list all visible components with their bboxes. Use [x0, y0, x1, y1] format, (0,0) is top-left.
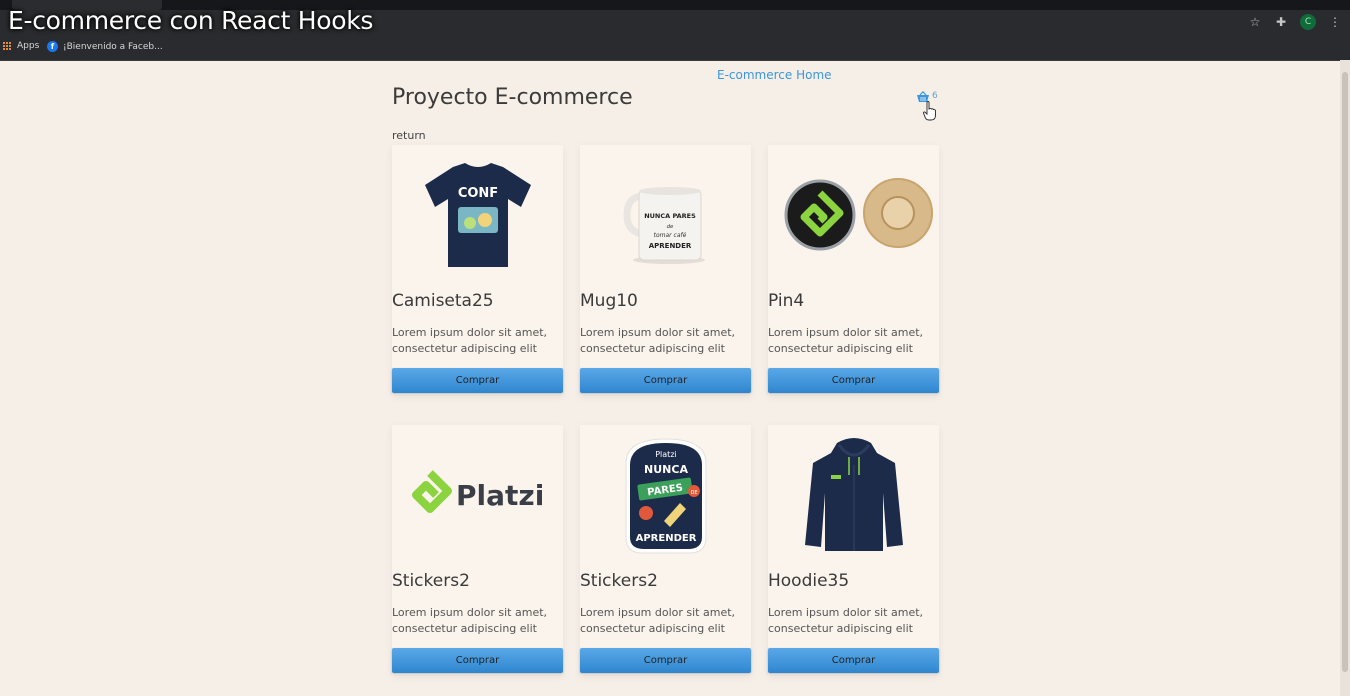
platzi-logo-icon: Platzi	[411, 470, 544, 513]
home-link[interactable]: E-commerce Home	[717, 68, 832, 82]
bookmark-label: Apps	[17, 41, 40, 51]
product-description: Lorem ipsum dolor sit amet, consectetur …	[768, 326, 924, 355]
hand-cursor-icon	[923, 101, 936, 121]
product-title: Camiseta25	[392, 291, 494, 311]
product-card: CONF Camiseta25 Lorem ipsum dolor sit am…	[392, 145, 563, 395]
product-description: Lorem ipsum dolor sit amet, consectetur …	[392, 606, 548, 635]
product-title: Stickers2	[580, 571, 658, 591]
mug-icon: NUNCA PARES de tomar café APRENDER	[622, 187, 705, 264]
product-image[interactable]: CONF	[392, 145, 563, 285]
pin-icon	[784, 178, 933, 251]
product-description: Lorem ipsum dolor sit amet, consectetur …	[580, 606, 736, 635]
svg-text:APRENDER: APRENDER	[635, 533, 696, 544]
scrollbar[interactable]	[1340, 60, 1350, 696]
product-title: Hoodie35	[768, 571, 850, 591]
badge-sticker-icon: Platzi NUNCA PARES DE APRENDER	[625, 438, 706, 554]
svg-text:tomar café: tomar café	[653, 232, 686, 239]
svg-text:NUNCA PARES: NUNCA PARES	[644, 212, 696, 220]
product-image[interactable]: Platzi	[392, 425, 563, 565]
product-image[interactable]	[768, 425, 939, 565]
svg-text:de: de	[666, 224, 673, 230]
cart-count: 6	[932, 91, 938, 101]
svg-text:APRENDER: APRENDER	[648, 242, 691, 250]
buy-button[interactable]: Comprar	[768, 648, 939, 673]
product-card: Platzi NUNCA PARES DE APRENDER Stickers2…	[580, 425, 751, 675]
return-text: return	[392, 129, 426, 142]
product-image[interactable]: NUNCA PARES de tomar café APRENDER	[580, 145, 751, 285]
product-description: Lorem ipsum dolor sit amet, consectetur …	[392, 326, 548, 355]
buy-button[interactable]: Comprar	[392, 648, 563, 673]
facebook-icon: f	[47, 41, 58, 52]
product-title: Stickers2	[392, 571, 470, 591]
product-card: Hoodie35 Lorem ipsum dolor sit amet, con…	[768, 425, 939, 675]
svg-text:Platzi: Platzi	[655, 450, 677, 459]
svg-text:NUNCA: NUNCA	[644, 463, 688, 476]
product-title: Pin4	[768, 291, 805, 311]
avatar[interactable]: C	[1300, 14, 1316, 30]
extensions-icon[interactable]: ✚	[1274, 15, 1288, 29]
buy-button[interactable]: Comprar	[768, 368, 939, 393]
bookmark-facebook[interactable]: f ¡Bienvenido a Faceb...	[47, 41, 163, 52]
toolbar-icons: ☆ ✚ C ⋮	[1248, 14, 1342, 30]
svg-text:Platzi: Platzi	[456, 479, 544, 512]
product-image[interactable]	[768, 145, 939, 285]
buy-button[interactable]: Comprar	[580, 368, 751, 393]
page-title: Proyecto E-commerce	[392, 85, 633, 110]
apps-icon	[3, 41, 12, 51]
product-card: Pin4 Lorem ipsum dolor sit amet, consect…	[768, 145, 939, 395]
video-title: E-commerce con React Hooks	[8, 6, 374, 35]
hoodie-icon	[804, 438, 903, 551]
product-description: Lorem ipsum dolor sit amet, consectetur …	[768, 606, 924, 635]
buy-button[interactable]: Comprar	[580, 648, 751, 673]
tshirt-icon: CONF	[424, 163, 531, 267]
product-card: Platzi Stickers2 Lorem ipsum dolor sit a…	[392, 425, 563, 675]
star-icon[interactable]: ☆	[1248, 15, 1262, 29]
product-description: Lorem ipsum dolor sit amet, consectetur …	[580, 326, 736, 355]
bookmarks-bar	[0, 36, 1350, 61]
buy-button[interactable]: Comprar	[392, 368, 563, 393]
svg-text:DE: DE	[690, 490, 697, 496]
menu-icon[interactable]: ⋮	[1328, 15, 1342, 29]
svg-text:CONF: CONF	[457, 186, 497, 201]
bookmark-apps[interactable]: Apps	[3, 41, 39, 51]
product-image[interactable]: Platzi NUNCA PARES DE APRENDER	[580, 425, 751, 565]
product-card: NUNCA PARES de tomar café APRENDER Mug10…	[580, 145, 751, 395]
scrollbar-thumb[interactable]	[1342, 72, 1348, 672]
product-title: Mug10	[580, 291, 638, 311]
bookmark-label: ¡Bienvenido a Faceb...	[63, 41, 163, 52]
